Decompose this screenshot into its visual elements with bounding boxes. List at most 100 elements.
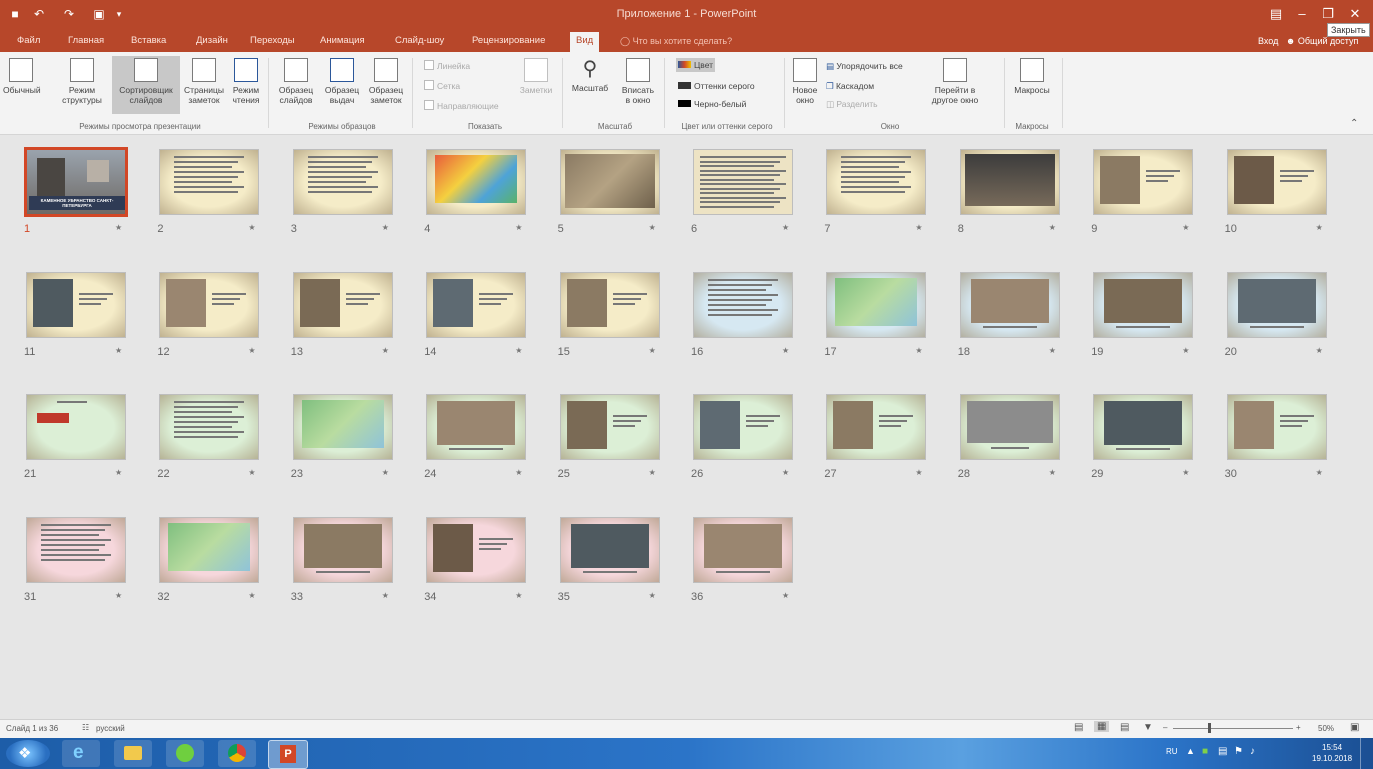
transition-star-icon[interactable]: ★ bbox=[515, 346, 522, 355]
slide-thumbnail[interactable]: 27 ★ bbox=[822, 394, 932, 494]
slide-thumbnail[interactable]: КАМЕННОЕ УБРАНСТВО САНКТ-ПЕТЕРБУРГА 1 ★ bbox=[22, 147, 132, 249]
slide-sorter-status-icon[interactable]: ▦ bbox=[1094, 721, 1110, 732]
cascade-button[interactable]: ❐ Каскадом bbox=[826, 80, 874, 92]
transition-star-icon[interactable]: ★ bbox=[382, 591, 389, 600]
transition-star-icon[interactable]: ★ bbox=[248, 346, 255, 355]
taskbar-powerpoint-button[interactable]: P bbox=[268, 740, 308, 769]
outline-view-button[interactable]: Режим структуры bbox=[60, 56, 104, 114]
slide-thumbnail[interactable]: 28 ★ bbox=[956, 394, 1066, 494]
transition-star-icon[interactable]: ★ bbox=[1316, 346, 1323, 355]
slide-thumbnail[interactable]: 9 ★ bbox=[1089, 149, 1199, 249]
transition-star-icon[interactable]: ★ bbox=[1049, 223, 1056, 232]
tab-transitions[interactable]: Переходы bbox=[250, 34, 295, 48]
transition-star-icon[interactable]: ★ bbox=[382, 223, 389, 232]
zoom-slider-track[interactable] bbox=[1173, 728, 1293, 729]
macros-button[interactable]: Макросы bbox=[1012, 56, 1052, 114]
ruler-checkbox[interactable]: Линейка bbox=[424, 60, 470, 72]
zoom-level[interactable]: 50% bbox=[1318, 724, 1334, 733]
spelling-check-icon[interactable]: ☷ bbox=[82, 723, 89, 732]
reading-view-status-icon[interactable]: ▤ bbox=[1120, 722, 1129, 733]
slide-master-button[interactable]: Образец слайдов bbox=[276, 56, 316, 114]
split-button[interactable]: ◫ Разделить bbox=[826, 98, 878, 110]
transition-star-icon[interactable]: ★ bbox=[248, 591, 255, 600]
slide-thumbnail[interactable]: 21 ★ bbox=[22, 394, 132, 494]
transition-star-icon[interactable]: ★ bbox=[115, 591, 122, 600]
slide-thumbnail[interactable]: 5 ★ bbox=[556, 149, 666, 249]
slide-thumbnail[interactable]: 2 ★ bbox=[155, 149, 265, 249]
transition-star-icon[interactable]: ★ bbox=[1182, 346, 1189, 355]
transition-star-icon[interactable]: ★ bbox=[915, 468, 922, 477]
slide-thumbnail[interactable]: 13 ★ bbox=[289, 271, 399, 372]
tab-animations[interactable]: Анимация bbox=[320, 34, 365, 48]
slide-thumbnail[interactable]: 32 ★ bbox=[155, 516, 265, 617]
action-center-flag-icon[interactable]: ⚑ bbox=[1234, 746, 1243, 757]
slide-thumbnail[interactable]: 15 ★ bbox=[556, 271, 666, 372]
slide-thumbnail[interactable]: 24 ★ bbox=[422, 394, 532, 494]
slide-thumbnail[interactable]: 18 ★ bbox=[956, 271, 1066, 372]
slide-thumbnail[interactable]: 23 ★ bbox=[289, 394, 399, 494]
taskbar-explorer-button[interactable] bbox=[114, 740, 152, 767]
slide-thumbnail[interactable]: 3 ★ bbox=[289, 149, 399, 249]
ribbon-display-options-icon[interactable]: ▤ bbox=[1265, 4, 1287, 24]
slide-thumbnail[interactable]: 19 ★ bbox=[1089, 271, 1199, 372]
gridlines-checkbox[interactable]: Сетка bbox=[424, 80, 460, 92]
transition-star-icon[interactable]: ★ bbox=[515, 468, 522, 477]
transition-star-icon[interactable]: ★ bbox=[1049, 468, 1056, 477]
tab-slideshow[interactable]: Слайд-шоу bbox=[395, 34, 444, 48]
volume-icon[interactable]: ♪ bbox=[1250, 746, 1255, 757]
language-indicator[interactable]: русский bbox=[96, 724, 125, 733]
tab-review[interactable]: Рецензирование bbox=[472, 34, 545, 48]
collapse-ribbon-icon[interactable]: ⌃ bbox=[1350, 118, 1358, 129]
zoom-out-button[interactable]: – bbox=[1163, 723, 1167, 732]
transition-star-icon[interactable]: ★ bbox=[115, 468, 122, 477]
zoom-in-button[interactable]: + bbox=[1296, 723, 1301, 732]
tab-home[interactable]: Главная bbox=[68, 34, 104, 48]
slideshow-status-icon[interactable]: ▼ bbox=[1143, 722, 1153, 733]
slide-thumbnail[interactable]: 8 ★ bbox=[956, 149, 1066, 249]
transition-star-icon[interactable]: ★ bbox=[248, 223, 255, 232]
normal-view-status-icon[interactable]: ▤ bbox=[1074, 722, 1083, 733]
transition-star-icon[interactable]: ★ bbox=[782, 468, 789, 477]
slide-thumbnail[interactable]: 16 ★ bbox=[689, 271, 799, 372]
tab-file[interactable]: Файл bbox=[17, 34, 40, 48]
slide-thumbnail[interactable]: 30 ★ bbox=[1223, 394, 1333, 494]
transition-star-icon[interactable]: ★ bbox=[1316, 468, 1323, 477]
transition-star-icon[interactable]: ★ bbox=[649, 223, 656, 232]
tell-me-search[interactable]: ◯ Что вы хотите сделать? bbox=[620, 36, 732, 47]
black-white-button[interactable]: Черно-белый bbox=[678, 98, 746, 110]
transition-star-icon[interactable]: ★ bbox=[1049, 346, 1056, 355]
notes-button[interactable]: Заметки bbox=[518, 56, 554, 114]
slide-thumbnail[interactable]: 11 ★ bbox=[22, 271, 132, 372]
transition-star-icon[interactable]: ★ bbox=[1316, 223, 1323, 232]
slide-thumbnail[interactable]: 20 ★ bbox=[1223, 271, 1333, 372]
slide-thumbnail[interactable]: 35 ★ bbox=[556, 516, 666, 617]
tab-design[interactable]: Дизайн bbox=[196, 34, 228, 48]
slide-thumbnail[interactable]: 4 ★ bbox=[422, 149, 532, 249]
tab-insert[interactable]: Вставка bbox=[131, 34, 166, 48]
tray-app-icon[interactable]: ■ bbox=[1202, 746, 1208, 757]
slide-thumbnail[interactable]: 22 ★ bbox=[155, 394, 265, 494]
reading-view-button[interactable]: Режим чтения bbox=[228, 56, 264, 114]
transition-star-icon[interactable]: ★ bbox=[115, 346, 122, 355]
guides-checkbox[interactable]: Направляющие bbox=[424, 100, 499, 112]
taskbar-app-button[interactable] bbox=[166, 740, 204, 767]
slide-thumbnail[interactable]: 26 ★ bbox=[689, 394, 799, 494]
slide-thumbnail[interactable]: 25 ★ bbox=[556, 394, 666, 494]
normal-view-button[interactable]: Обычный bbox=[3, 56, 41, 114]
transition-star-icon[interactable]: ★ bbox=[1182, 223, 1189, 232]
slide-thumbnail[interactable]: 7 ★ bbox=[822, 149, 932, 249]
show-desktop-button[interactable] bbox=[1360, 738, 1373, 769]
tab-view[interactable]: Вид bbox=[570, 32, 600, 52]
slide-thumbnail[interactable]: 29 ★ bbox=[1089, 394, 1199, 494]
clock[interactable]: 15:54 19.10.2018 bbox=[1312, 742, 1352, 764]
close-button[interactable]: ✕ bbox=[1344, 4, 1366, 24]
transition-star-icon[interactable]: ★ bbox=[649, 468, 656, 477]
slide-sorter-button[interactable]: Сортировщик слайдов bbox=[112, 56, 180, 114]
minimize-button[interactable]: – bbox=[1291, 4, 1313, 24]
transition-star-icon[interactable]: ★ bbox=[515, 223, 522, 232]
slide-thumbnail[interactable]: 34 ★ bbox=[422, 516, 532, 617]
grayscale-button[interactable]: Оттенки серого bbox=[678, 80, 755, 92]
fit-to-window-button[interactable]: Вписать в окно bbox=[616, 56, 660, 114]
input-language[interactable]: RU bbox=[1166, 747, 1178, 756]
switch-windows-button[interactable]: Перейти в другое окно bbox=[930, 56, 980, 114]
